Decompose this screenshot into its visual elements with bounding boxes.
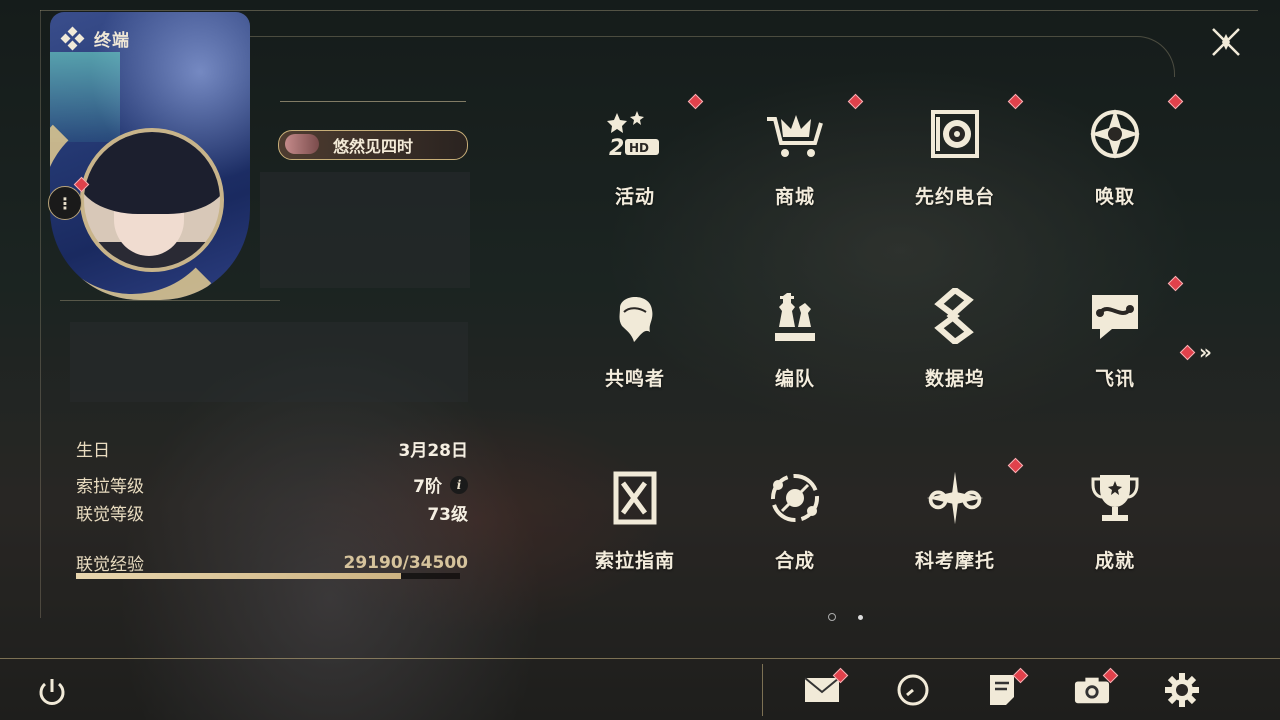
title-plate-text: 悠然见四时 xyxy=(332,137,413,156)
settings-gear-icon xyxy=(1165,673,1199,707)
menu-item-label: 科考摩托 xyxy=(914,550,995,572)
clock-button[interactable] xyxy=(895,672,931,708)
mail-icon xyxy=(804,677,840,702)
stat-union-exp: 联觉经验 29190/34500 xyxy=(76,550,469,576)
power-icon xyxy=(39,679,65,705)
stat-label: 生日 xyxy=(76,441,110,461)
resonator-head-icon xyxy=(605,286,665,346)
notes-icon xyxy=(990,675,1014,705)
menu-item-label: 索拉指南 xyxy=(594,550,675,572)
menu-item-label: 数据坞 xyxy=(924,368,985,390)
divider xyxy=(762,664,763,716)
notification-badge xyxy=(847,93,864,110)
blurred-region xyxy=(70,322,468,402)
blurred-region xyxy=(260,172,470,288)
close-icon xyxy=(1212,28,1240,56)
notification-badge xyxy=(1007,457,1024,474)
stat-label: 联觉经验 xyxy=(76,555,144,575)
menu-item-label: 商城 xyxy=(774,186,815,208)
title-thumbnail xyxy=(285,134,319,154)
terminal-title-text: 终端 xyxy=(94,31,130,51)
menu-item-label: 唤取 xyxy=(1094,186,1135,208)
svg-text:HD: HD xyxy=(629,141,649,155)
stat-label: 联觉等级 xyxy=(76,505,144,525)
stat-union-level: 联觉等级 73级 xyxy=(76,500,468,525)
avatar[interactable] xyxy=(80,128,224,272)
team-chess-icon xyxy=(765,286,825,346)
clock-icon xyxy=(897,674,929,706)
menu-item-7[interactable]: 飞讯 xyxy=(1035,268,1195,418)
radio-icon xyxy=(925,104,985,164)
stat-value: 73级 xyxy=(427,505,468,525)
page-dot-1[interactable] xyxy=(828,613,836,621)
notification-badge xyxy=(1007,93,1024,110)
frame-line-bottom xyxy=(0,658,1280,659)
stat-value: 29190/34500 xyxy=(343,552,469,573)
mail-button[interactable] xyxy=(804,667,849,708)
stat-birthday: 生日 3月28日 xyxy=(76,436,468,461)
title-plate[interactable]: 悠然见四时 xyxy=(278,130,468,160)
divider xyxy=(60,300,280,301)
notes-button[interactable] xyxy=(984,667,1029,708)
guide-book-icon xyxy=(605,468,665,528)
double-chevron-right-icon: » xyxy=(1199,340,1212,364)
menu-item-6[interactable]: 数据坞 xyxy=(875,268,1035,418)
terminal-diamond-icon xyxy=(60,26,85,50)
camera-icon xyxy=(1074,677,1110,704)
event-2hd-icon: 2 HD xyxy=(605,104,665,164)
frame-line-top xyxy=(40,10,1258,11)
notification-badge xyxy=(1167,93,1184,110)
settings-button[interactable] xyxy=(1164,672,1200,708)
data-dock-icon xyxy=(925,286,985,346)
notification-badge xyxy=(1179,344,1196,360)
power-button[interactable] xyxy=(34,674,70,710)
menu-item-2[interactable]: 先约电台 xyxy=(875,86,1035,236)
stat-value: 7阶 i xyxy=(413,472,468,497)
menu-item-label: 共鸣者 xyxy=(604,368,665,390)
page-title: 终端 xyxy=(60,26,130,51)
stat-sola-level: 索拉等级 7阶 i xyxy=(76,472,468,497)
exp-progress-fill xyxy=(76,573,401,579)
stat-label: 索拉等级 xyxy=(76,477,144,497)
frame-line-inner xyxy=(250,36,1175,77)
next-page-button[interactable]: » xyxy=(1179,340,1212,364)
menu-item-label: 成就 xyxy=(1094,550,1135,572)
svg-text:2: 2 xyxy=(609,136,624,159)
summon-compass-icon xyxy=(1085,104,1145,164)
page-dot-2[interactable] xyxy=(858,614,863,620)
info-icon[interactable]: i xyxy=(450,475,468,494)
synthesis-icon xyxy=(765,468,825,528)
trophy-icon xyxy=(1085,468,1145,528)
menu-item-5[interactable]: 编队 xyxy=(715,268,875,418)
menu-item-0[interactable]: 2 HD 活动 xyxy=(555,86,715,236)
menu-item-11[interactable]: 成就 xyxy=(1035,450,1195,600)
menu-item-label: 合成 xyxy=(774,550,815,572)
menu-item-label: 飞讯 xyxy=(1094,368,1135,390)
shop-crown-cart-icon xyxy=(765,104,825,164)
menu-item-9[interactable]: 合成 xyxy=(715,450,875,600)
menu-item-label: 活动 xyxy=(614,186,655,208)
page-indicator xyxy=(828,613,863,621)
close-button[interactable] xyxy=(1206,22,1246,62)
more-options-button[interactable]: ⋮ xyxy=(48,176,90,220)
menu-item-1[interactable]: 商城 xyxy=(715,86,875,236)
menu-item-10[interactable]: 科考摩托 xyxy=(875,450,1035,600)
frame-line-left xyxy=(40,10,41,618)
menu-item-8[interactable]: 索拉指南 xyxy=(555,450,715,600)
message-chat-icon xyxy=(1085,286,1145,346)
stat-value: 3月28日 xyxy=(398,441,469,461)
exp-progress-bar xyxy=(76,573,460,579)
divider xyxy=(280,101,466,102)
menu-item-label: 编队 xyxy=(774,368,815,390)
notification-badge xyxy=(687,93,704,110)
motorcycle-icon xyxy=(925,468,985,528)
menu-item-label: 先约电台 xyxy=(914,186,995,208)
camera-button[interactable] xyxy=(1074,667,1119,708)
notification-badge xyxy=(1167,275,1184,292)
vertical-dots-icon: ⋮ xyxy=(57,193,73,213)
menu-item-4[interactable]: 共鸣者 xyxy=(555,268,715,418)
menu-item-3[interactable]: 唤取 xyxy=(1035,86,1195,236)
